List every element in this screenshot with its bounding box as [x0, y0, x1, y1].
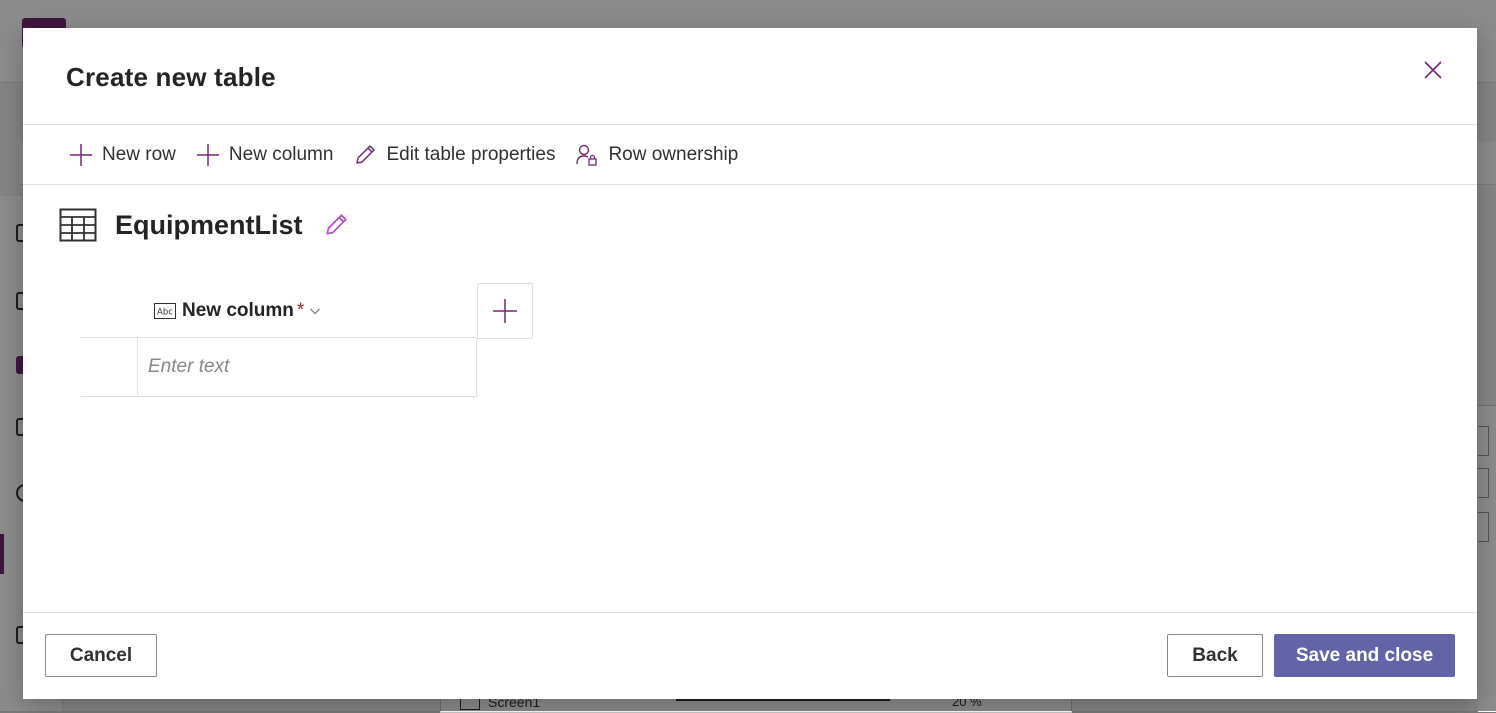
row-ownership-label: Row ownership	[608, 143, 739, 165]
table-name: EquipmentList	[115, 209, 303, 240]
new-row-label: New row	[102, 143, 176, 165]
edit-table-properties-button[interactable]: Edit table properties	[347, 137, 561, 173]
row-ownership-button[interactable]: Row ownership	[569, 137, 744, 173]
new-column-label: New column	[228, 143, 334, 165]
save-and-close-button[interactable]: Save and close	[1274, 634, 1455, 677]
plus-icon	[70, 143, 92, 166]
create-table-dialog: Create new table New row New column Edit…	[23, 28, 1477, 699]
person-lock-icon	[576, 144, 598, 166]
column-header-label: New column	[182, 299, 294, 321]
new-row-button[interactable]: New row	[63, 137, 182, 173]
command-bar: New row New column Edit table properties…	[23, 124, 1477, 185]
table-cell[interactable]	[138, 338, 477, 397]
plus-icon	[196, 143, 219, 166]
pencil-icon	[356, 144, 376, 164]
plus-icon	[493, 299, 517, 323]
dialog-footer: Cancel Back Save and close	[23, 612, 1477, 699]
close-icon	[1424, 61, 1442, 79]
pencil-icon	[326, 214, 347, 235]
svg-text:Abc: Abc	[157, 307, 173, 317]
column-header[interactable]: Abc New column *	[138, 284, 476, 338]
table-name-header: EquipmentList	[59, 208, 349, 242]
cell-input[interactable]	[138, 338, 476, 396]
new-column-button[interactable]: New column	[190, 137, 340, 173]
close-button[interactable]	[1417, 54, 1449, 86]
chevron-down-icon	[309, 305, 321, 317]
dialog-title: Create new table	[66, 62, 276, 92]
add-column-button[interactable]	[477, 283, 533, 339]
table-icon	[59, 208, 97, 242]
edit-table-name-button[interactable]	[323, 212, 349, 238]
cancel-button[interactable]: Cancel	[45, 634, 157, 677]
edit-table-properties-label: Edit table properties	[386, 143, 556, 165]
row-selector[interactable]	[81, 338, 138, 397]
text-type-icon: Abc	[154, 302, 176, 319]
required-marker: *	[296, 299, 305, 321]
back-button[interactable]: Back	[1167, 634, 1263, 677]
